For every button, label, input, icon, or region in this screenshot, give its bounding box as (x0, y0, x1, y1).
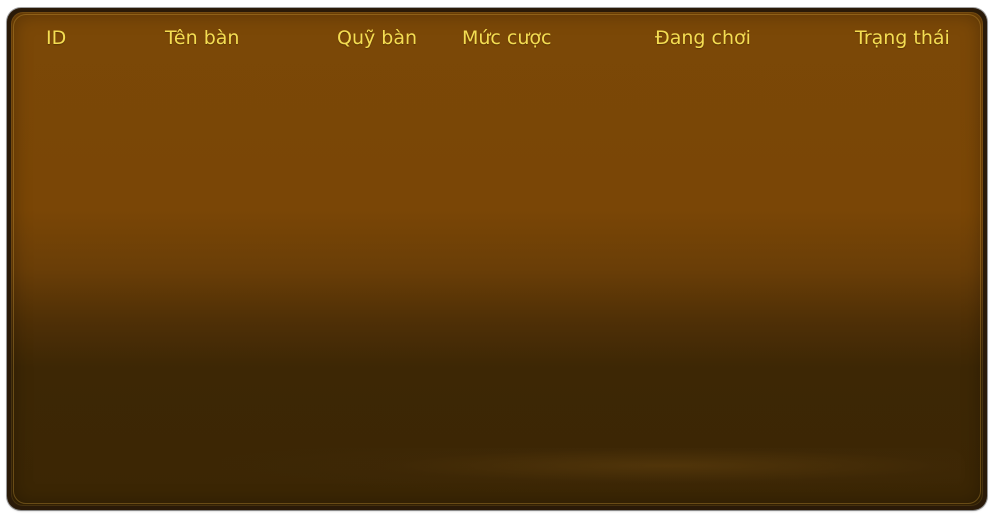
room-list-panel: ID Tên bàn Quỹ bàn Mức cược Đang chơi Tr… (7, 8, 987, 510)
column-header-table-fund[interactable]: Quỹ bàn (337, 24, 417, 52)
column-header-id[interactable]: ID (46, 24, 66, 52)
table-body[interactable] (11, 62, 983, 506)
column-header-table-name[interactable]: Tên bàn (165, 24, 239, 52)
column-header-bet-level[interactable]: Mức cược (462, 24, 551, 52)
column-header-status[interactable]: Trạng thái (855, 24, 950, 52)
room-list-content: ID Tên bàn Quỹ bàn Mức cược Đang chơi Tr… (11, 12, 983, 506)
table-header-row: ID Tên bàn Quỹ bàn Mức cược Đang chơi Tr… (11, 12, 983, 62)
column-header-playing[interactable]: Đang chơi (655, 24, 751, 52)
